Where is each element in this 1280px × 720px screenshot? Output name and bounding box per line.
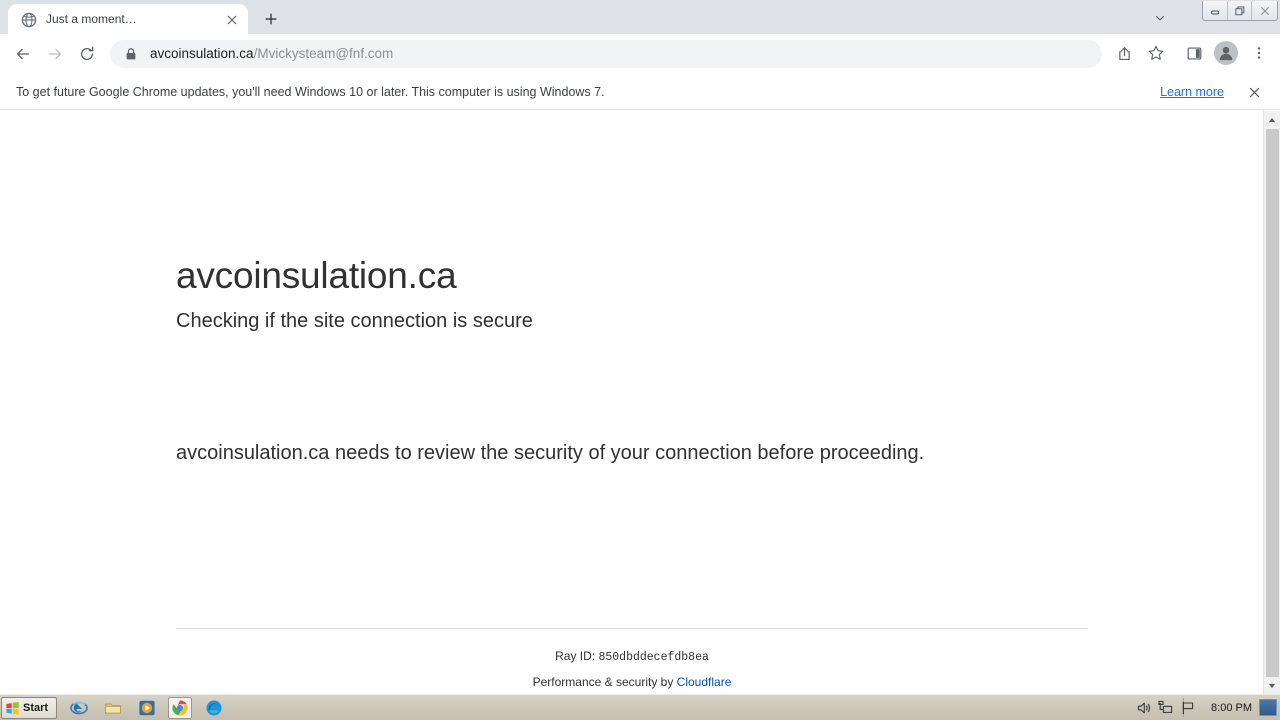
scroll-down-icon[interactable]: [1264, 677, 1280, 694]
star-icon[interactable]: [1142, 39, 1170, 67]
avatar[interactable]: [1212, 39, 1240, 67]
browser-toolbar: avcoinsulation.ca/Mvickysteam@fnf.com: [0, 34, 1280, 74]
avatar-icon: [1214, 41, 1238, 65]
share-icon[interactable]: [1110, 39, 1138, 67]
show-desktop-button[interactable]: [1259, 699, 1277, 716]
browser-tab[interactable]: Just a moment…: [8, 4, 248, 34]
footer-divider: [176, 628, 1088, 629]
cloudflare-link[interactable]: Cloudflare: [677, 675, 732, 689]
edge-icon[interactable]: [205, 699, 223, 717]
page-scrollbar[interactable]: [1263, 111, 1280, 694]
ray-id-label: Ray ID:: [555, 649, 596, 663]
window-controls: [1202, 1, 1278, 21]
side-panel-icon[interactable]: [1180, 39, 1208, 67]
page-body-text: avcoinsulation.ca needs to review the se…: [176, 442, 925, 464]
chevron-down-icon[interactable]: [1150, 8, 1170, 28]
media-player-icon[interactable]: [138, 699, 156, 717]
address-bar[interactable]: avcoinsulation.ca/Mvickysteam@fnf.com: [110, 40, 1102, 68]
scroll-up-icon[interactable]: [1264, 111, 1280, 128]
start-label: Start: [23, 702, 49, 714]
start-button[interactable]: Start: [1, 697, 57, 719]
tab-title: Just a moment…: [46, 12, 137, 26]
lock-icon[interactable]: [124, 47, 138, 61]
footer-prefix: Performance & security by: [532, 675, 674, 689]
new-tab-button[interactable]: [258, 6, 284, 32]
browser-window: Just a moment… avcoinsulation.ca/Mvickys…: [0, 0, 1280, 720]
ray-id: Ray ID: 850dbddecefdb8ea: [176, 647, 1088, 667]
learn-more-link[interactable]: Learn more: [1160, 84, 1224, 100]
scrollbar-thumb[interactable]: [1266, 129, 1279, 678]
infobar-close-icon[interactable]: [1245, 83, 1263, 101]
folder-icon[interactable]: [104, 699, 122, 717]
page-viewport: avcoinsulation.ca Checking if the site c…: [0, 111, 1280, 694]
flag-icon[interactable]: [1180, 700, 1196, 716]
minimize-button[interactable]: [1203, 1, 1228, 20]
page-subtitle: Checking if the site connection is secur…: [176, 310, 533, 332]
url-domain: avcoinsulation.ca: [150, 46, 254, 61]
close-button[interactable]: [1252, 1, 1277, 20]
page-title: avcoinsulation.ca: [176, 255, 457, 296]
taskbar-clock[interactable]: 8:00 PM: [1211, 701, 1252, 715]
update-infobar: To get future Google Chrome updates, you…: [0, 74, 1280, 110]
restore-button[interactable]: [1228, 1, 1253, 20]
back-arrow-icon[interactable]: [8, 39, 38, 69]
three-dot-menu-icon[interactable]: [1248, 39, 1270, 67]
network-icon[interactable]: [1158, 700, 1174, 716]
ray-id-value: 850dbddecefdb8ea: [598, 651, 709, 664]
windows-logo-icon: [5, 701, 20, 716]
volume-icon[interactable]: [1136, 700, 1152, 716]
tab-close-icon[interactable]: [224, 12, 240, 28]
internet-explorer-icon[interactable]: [70, 699, 88, 717]
infobar-message: To get future Google Chrome updates, you…: [16, 85, 605, 99]
globe-icon: [21, 12, 37, 28]
chrome-icon[interactable]: [171, 699, 189, 717]
reload-icon[interactable]: [72, 39, 102, 69]
windows-taskbar: Start 8:00 PM: [0, 694, 1280, 720]
url-text: avcoinsulation.ca/Mvickysteam@fnf.com: [150, 45, 393, 63]
tab-strip: Just a moment…: [0, 0, 1280, 34]
footer-credit: Performance & security by Cloudflare: [176, 673, 1088, 691]
url-path: /Mvickysteam@fnf.com: [253, 46, 394, 61]
forward-arrow-icon[interactable]: [40, 39, 70, 69]
